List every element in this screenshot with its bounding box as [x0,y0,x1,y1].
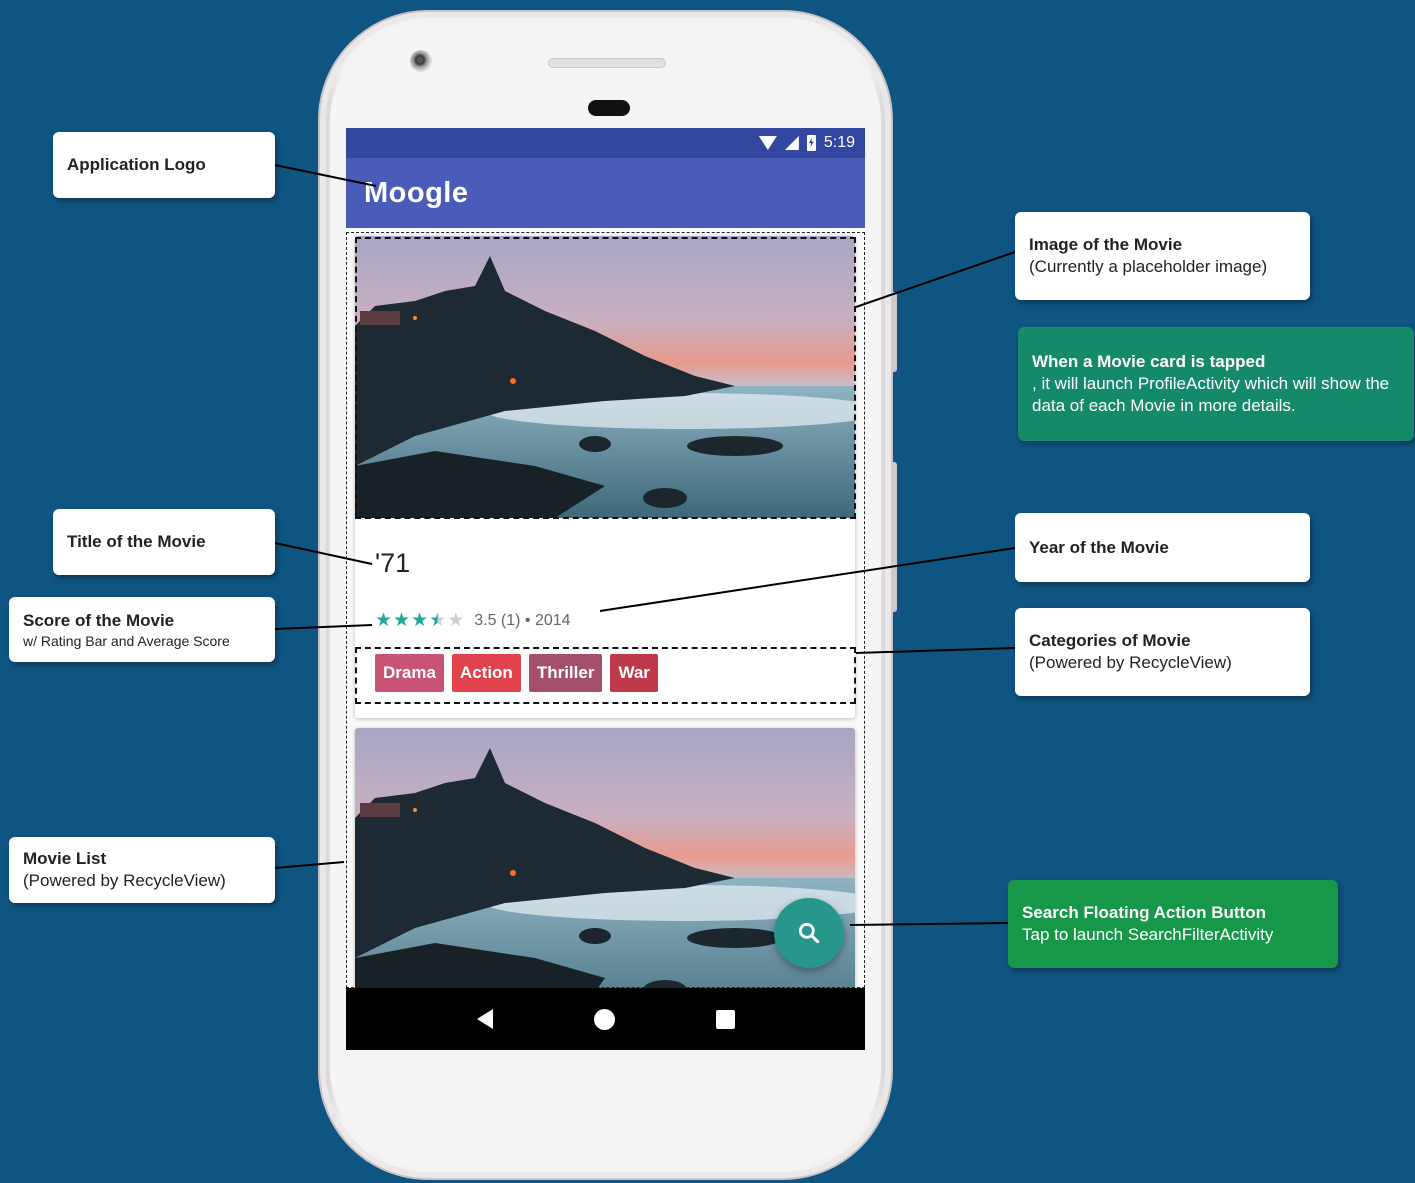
front-camera-icon [410,50,432,72]
system-nav-bar [346,988,865,1050]
category-chip[interactable]: War [610,654,658,692]
category-chip[interactable]: Drama [375,654,444,692]
star-full-icon: ★ [393,610,411,631]
rating-bar: ★ ★ ★ ★ ★ [375,611,464,630]
callout-subtitle: (Currently a placeholder image) [1029,257,1268,276]
rating-and-year-text: 3.5 (1) • 2014 [474,611,571,629]
star-full-icon: ★ [375,610,393,631]
callout-application-logo: Application Logo [53,132,275,198]
proximity-sensor [588,100,630,116]
app-logo: Moogle [364,176,469,209]
star-empty-icon: ★ [447,610,465,631]
callout-title: Image of the Movie [1029,235,1183,254]
callout-search-fab: Search Floating Action Button Tap to lau… [1008,880,1338,968]
callout-movie-score: Score of the Movie w/ Rating Bar and Ave… [9,597,275,662]
phone-screen: 5:19 Moogle '71 ★ ★ ★ ★ ★ 3.5 (1) • 2014… [346,128,865,1050]
callout-title: Categories of Movie [1029,631,1191,650]
callout-title: Movie List [23,849,107,868]
callout-movie-image: Image of the Movie (Currently a placehol… [1015,212,1310,300]
callout-subtitle: Tap to launch SearchFilterActivity [1022,925,1274,944]
cell-signal-icon [784,136,799,150]
callout-title: Title of the Movie [67,532,206,551]
callout-title: Application Logo [67,155,206,174]
power-button [891,462,897,612]
volume-button [891,292,897,372]
movie-image [355,236,855,518]
app-bar: Moogle [346,158,865,228]
placeholder-landscape-image [355,236,855,518]
star-half-icon: ★ [429,610,447,631]
battery-charging-icon [806,135,816,151]
status-bar: 5:19 [346,128,865,158]
search-icon [798,922,820,944]
movie-title: '71 [375,548,411,578]
category-chip[interactable]: Action [451,654,521,692]
category-chip[interactable]: Thriller [528,654,603,692]
home-icon[interactable] [593,1008,615,1030]
recent-apps-icon[interactable] [715,1009,735,1029]
back-icon[interactable] [476,1009,493,1029]
callout-title: Year of the Movie [1029,537,1169,557]
callout-subtitle: (Powered by RecycleView) [1029,653,1232,672]
earpiece-speaker [548,58,666,68]
movie-card[interactable]: '71 ★ ★ ★ ★ ★ 3.5 (1) • 2014 Drama Actio… [355,236,855,718]
category-chips: Drama Action Thriller War [375,654,658,692]
callout-movie-title: Title of the Movie [53,509,275,575]
callout-movie-categories: Categories of Movie (Powered by RecycleV… [1015,608,1310,696]
callout-title: When a Movie card is tapped [1032,352,1266,371]
status-time: 5:19 [823,134,855,151]
callout-movie-year: Year of the Movie [1015,513,1310,582]
callout-movie-list: Movie List (Powered by RecycleView) [9,837,275,903]
callout-title: Score of the Movie [23,610,175,630]
star-full-icon: ★ [411,610,429,631]
callout-subtitle: , it will launch ProfileActivity which w… [1032,374,1390,415]
rating-row: ★ ★ ★ ★ ★ 3.5 (1) • 2014 [375,611,571,630]
callout-title: Search Floating Action Button [1022,903,1266,922]
callout-card-tap: When a Movie card is tapped , it will la… [1018,327,1414,441]
callout-subtitle: (Powered by RecycleView) [23,871,226,890]
callout-subtitle: w/ Rating Bar and Average Score [23,632,230,649]
wifi-icon [758,136,777,150]
search-fab[interactable] [774,898,844,968]
